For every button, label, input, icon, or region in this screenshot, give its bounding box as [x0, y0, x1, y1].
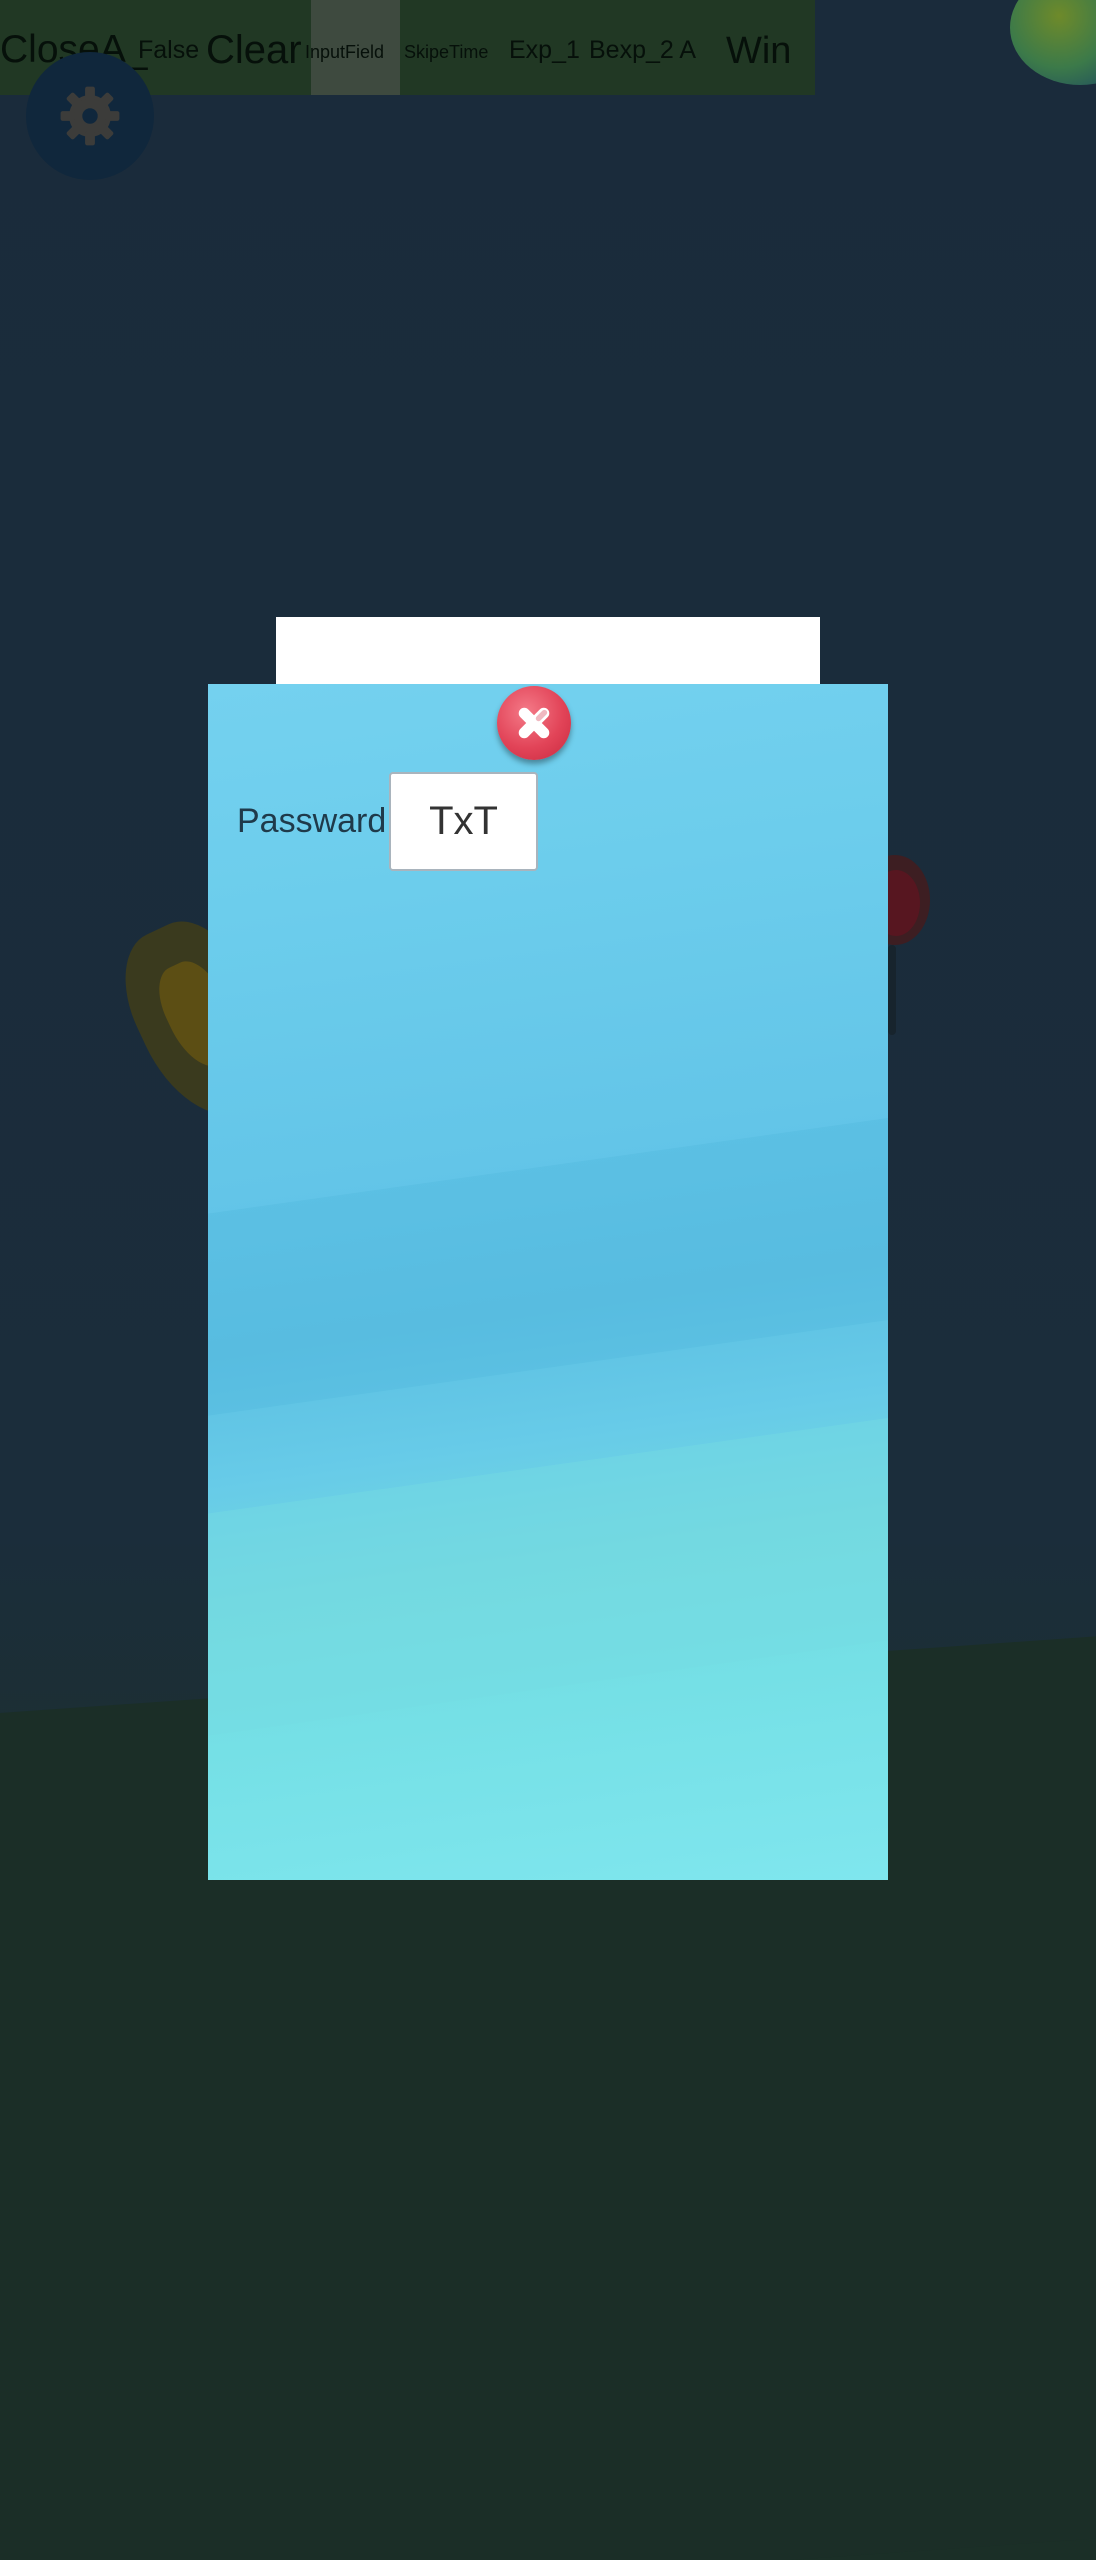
exp-1-button[interactable]: Exp_1	[509, 36, 580, 65]
inputfield-button[interactable]: InputField	[305, 42, 384, 63]
password-input[interactable]	[389, 772, 538, 871]
background-item-right-stem	[888, 945, 896, 1035]
password-label: Passward	[237, 802, 387, 840]
dialog-shade-band	[208, 1409, 888, 1739]
exp-2-button[interactable]: Bexp_2 A	[589, 36, 696, 65]
close-button[interactable]	[497, 686, 571, 760]
false-button[interactable]: False	[138, 36, 199, 65]
dialog-shade-band	[208, 1109, 888, 1419]
win-button[interactable]: Win	[726, 30, 791, 73]
skip-time-button[interactable]: SkipeTime	[404, 42, 488, 63]
password-dialog	[208, 684, 888, 1880]
gear-icon	[60, 86, 120, 146]
close-icon	[518, 707, 550, 739]
refresh-arrow-icon	[1050, 0, 1096, 38]
clear-button[interactable]: Clear	[206, 28, 302, 73]
game-screen: CloseA_ False Clear InputField SkipeTime…	[0, 0, 1096, 2560]
settings-button[interactable]	[26, 52, 154, 180]
